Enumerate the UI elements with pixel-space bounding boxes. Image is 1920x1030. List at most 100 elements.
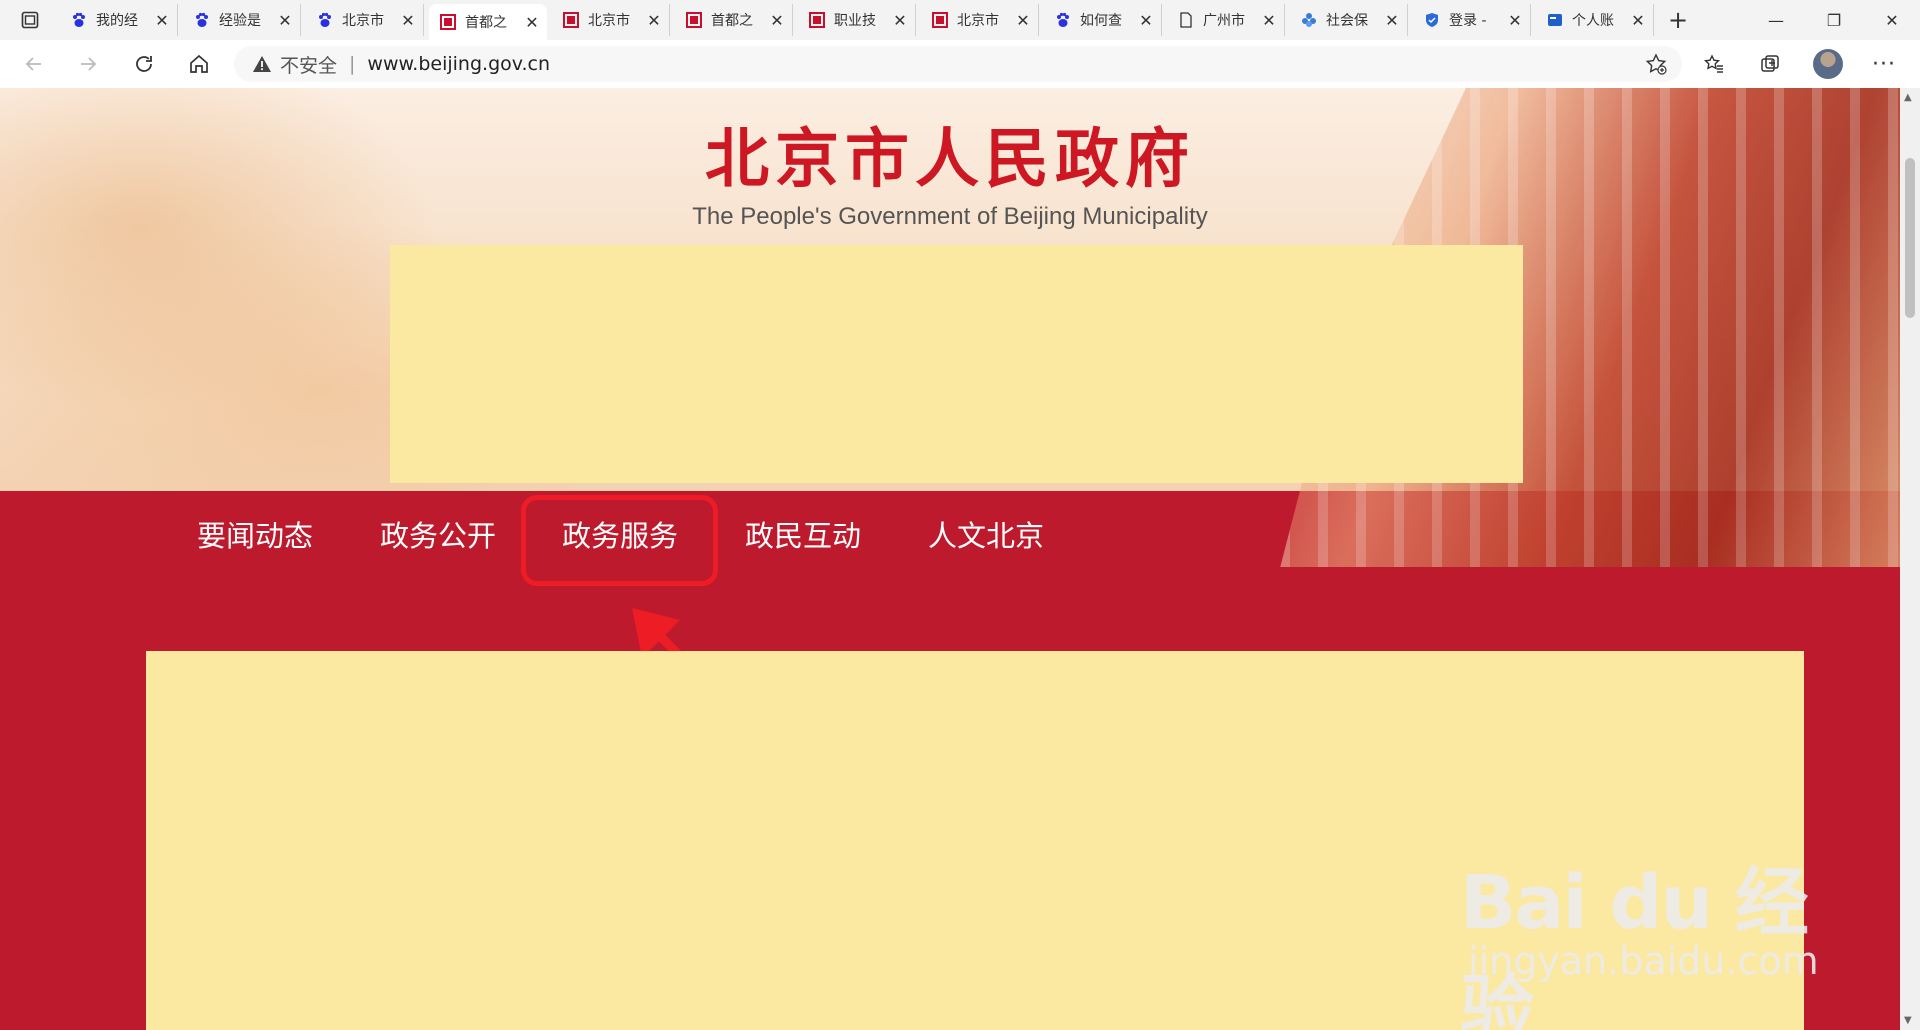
watermark-main-text: Bai du 经验: [1460, 860, 1809, 1030]
shield-icon: [1423, 11, 1441, 29]
more-icon: ···: [1872, 51, 1896, 77]
baidu-paw-icon: [193, 11, 211, 29]
home-button[interactable]: [183, 48, 215, 80]
collections-button[interactable]: [1754, 48, 1786, 80]
close-tab-icon[interactable]: ✕: [893, 11, 907, 30]
baidu-paw-icon: [316, 11, 334, 29]
baidu-paw-icon: [70, 11, 88, 29]
flower-icon: [1300, 11, 1318, 29]
tab-title: 登录 -: [1449, 13, 1487, 29]
close-tab-icon[interactable]: ✕: [401, 11, 415, 30]
tab-title: 北京市: [588, 13, 630, 29]
tab-8[interactable]: 北京市 ✕: [921, 4, 1039, 36]
close-tab-icon[interactable]: ✕: [647, 11, 661, 30]
refresh-button[interactable]: [128, 48, 160, 80]
settings-menu-button[interactable]: ···: [1868, 48, 1900, 80]
close-window-button[interactable]: ✕: [1864, 0, 1920, 40]
close-tab-icon[interactable]: ✕: [278, 11, 292, 30]
document-icon: [1177, 11, 1195, 29]
beijing-gov-icon: [931, 11, 949, 29]
security-label[interactable]: 不安全: [280, 51, 337, 78]
nav-item-2[interactable]: 政务公开: [380, 513, 496, 555]
beijing-gov-icon: [562, 11, 580, 29]
tab-3[interactable]: 北京市 ✕: [306, 4, 424, 36]
close-tab-icon[interactable]: ✕: [1016, 11, 1030, 30]
nav-band: [1175, 567, 1900, 623]
refresh-icon: [136, 56, 152, 72]
tab-actions-icon: [21, 11, 39, 29]
site-subtitle: The People's Government of Beijing Munic…: [692, 203, 1208, 230]
site-title[interactable]: 北京市人民政府: [0, 108, 1900, 200]
close-tab-icon[interactable]: ✕: [155, 11, 169, 30]
close-tab-icon[interactable]: ✕: [1508, 11, 1522, 30]
back-arrow-icon: [25, 57, 41, 71]
card-icon: [1546, 11, 1564, 29]
close-tab-icon[interactable]: ✕: [770, 11, 784, 30]
warning-triangle-icon[interactable]: [252, 54, 272, 74]
address-bar[interactable]: 不安全 | www.beijing.gov.cn: [234, 46, 1682, 82]
beijing-gov-icon: [439, 13, 457, 31]
close-tab-icon[interactable]: ✕: [1262, 11, 1276, 30]
tab-11[interactable]: 社会保 ✕: [1290, 4, 1408, 36]
tab-2[interactable]: 经验是 ✕: [183, 4, 301, 36]
back-button[interactable]: [18, 48, 50, 80]
forward-arrow-icon: [81, 57, 97, 71]
forward-button[interactable]: [72, 48, 104, 80]
tab-1[interactable]: 我的经 ✕: [60, 4, 178, 36]
close-tab-icon[interactable]: ✕: [1631, 11, 1645, 30]
browser-toolbar: 不安全 | www.beijing.gov.cn ···: [0, 40, 1920, 89]
tab-title: 经验是: [219, 13, 261, 29]
collections-icon: [1761, 55, 1779, 72]
new-tab-button[interactable]: +: [1664, 6, 1692, 34]
header-hero: 北京市人民政府 The People's Government of Beiji…: [0, 88, 1900, 568]
star-add-icon: [1645, 53, 1667, 75]
tab-10[interactable]: 广州市 ✕: [1167, 4, 1285, 36]
tab-title: 如何查: [1080, 13, 1122, 29]
url-text[interactable]: www.beijing.gov.cn: [367, 53, 550, 75]
tab-9[interactable]: 如何查 ✕: [1044, 4, 1162, 36]
nav-item-1[interactable]: 要闻动态: [197, 513, 313, 555]
nav-item-5[interactable]: 人文北京: [928, 513, 1044, 555]
avatar: [1813, 49, 1843, 79]
tab-title: 北京市: [342, 13, 384, 29]
tab-title: 我的经: [96, 13, 138, 29]
vertical-scrollbar[interactable]: ▲ ▼: [1900, 88, 1920, 1030]
minimize-button[interactable]: —: [1748, 0, 1804, 40]
banner-placeholder: [390, 245, 1523, 483]
close-tab-icon[interactable]: ✕: [1139, 11, 1153, 30]
baidu-watermark: Bai du 经验 jingyan.baidu.com: [1460, 823, 1820, 1030]
tab-13[interactable]: 个人账 ✕: [1536, 4, 1654, 36]
favorites-list-icon: [1703, 54, 1723, 73]
tab-12[interactable]: 登录 - ✕: [1413, 4, 1531, 36]
tab-title: 社会保: [1326, 13, 1368, 29]
add-favorite-button[interactable]: [1640, 48, 1672, 80]
highlight-annotation: [521, 495, 718, 586]
tab-title: 个人账: [1572, 13, 1614, 29]
close-tab-icon[interactable]: ✕: [525, 13, 539, 32]
tab-6[interactable]: 首都之 ✕: [675, 4, 793, 36]
nav-item-4[interactable]: 政民互动: [745, 513, 861, 555]
watermark-url-text: jingyan.baidu.com: [1468, 939, 1819, 983]
close-tab-icon[interactable]: ✕: [1385, 11, 1399, 30]
tab-strip: 我的经 ✕ 经验是 ✕ 北京市 ✕ 首都之 ✕ 北京市 ✕ 首都之 ✕ 职业技 ✕ 北京市 ✕ 如何查 ✕ 广州市 ✕…: [0, 0, 1920, 41]
tab-7[interactable]: 职业技 ✕: [798, 4, 916, 36]
favorites-button[interactable]: [1698, 48, 1730, 80]
tab-title: 职业技: [834, 13, 876, 29]
beijing-gov-icon: [685, 11, 703, 29]
tab-title: 首都之: [711, 13, 753, 29]
tab-title: 北京市: [957, 13, 999, 29]
scroll-up-icon[interactable]: ▲: [1904, 92, 1912, 103]
beijing-gov-icon: [808, 11, 826, 29]
scrollbar-thumb[interactable]: [1905, 158, 1915, 318]
page-viewport: 北京市人民政府 The People's Government of Beiji…: [0, 88, 1900, 1030]
home-icon: [190, 54, 208, 73]
tab-5[interactable]: 北京市 ✕: [552, 4, 670, 36]
tab-4[interactable]: 首都之 ✕: [429, 4, 547, 40]
profile-button[interactable]: [1812, 48, 1844, 80]
baidu-paw-icon: [1054, 11, 1072, 29]
restore-button[interactable]: ❐: [1806, 0, 1862, 40]
separator: |: [349, 53, 356, 75]
tab-title: 广州市: [1203, 13, 1245, 29]
tab-actions-button[interactable]: [10, 7, 50, 33]
scroll-down-icon[interactable]: ▼: [1904, 1015, 1912, 1026]
